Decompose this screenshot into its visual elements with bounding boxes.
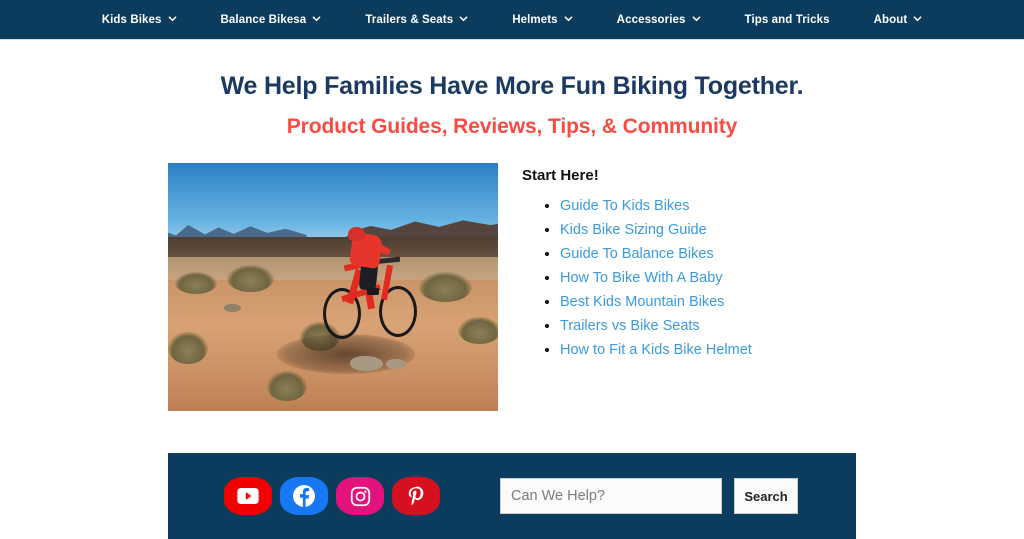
nav-item-label: Helmets — [512, 13, 558, 26]
list-item: How to Fit a Kids Bike Helmet — [560, 338, 1024, 362]
nav-item-label: Kids Bikes — [101, 13, 162, 26]
chevron-down-icon[interactable] — [564, 14, 573, 23]
facebook-icon[interactable] — [280, 477, 328, 515]
link-how-to-bike-with-a-baby[interactable]: How To Bike With A Baby — [560, 270, 723, 286]
nav-item-about[interactable]: About — [852, 14, 945, 26]
list-item: How To Bike With A Baby — [560, 266, 1024, 290]
list-item: Kids Bike Sizing Guide — [560, 218, 1024, 242]
search-form: Search — [500, 478, 798, 514]
search-button[interactable]: Search — [734, 478, 798, 514]
footer-bar: Search — [168, 453, 856, 539]
link-trailers-vs-bike-seats[interactable]: Trailers vs Bike Seats — [560, 318, 700, 334]
instagram-icon[interactable] — [336, 477, 384, 515]
nav-item-label: Trailers & Seats — [365, 13, 454, 26]
chevron-down-icon[interactable] — [167, 14, 177, 23]
list-item: Guide To Kids Bikes — [560, 194, 1024, 218]
nav-item-tips-and-tricks[interactable]: Tips and Tricks — [723, 14, 852, 26]
social-links — [224, 477, 440, 515]
list-item: Trailers vs Bike Seats — [560, 314, 1024, 338]
list-item: Best Kids Mountain Bikes — [560, 290, 1024, 314]
youtube-icon[interactable] — [224, 477, 272, 515]
nav-item-balance-bikes[interactable]: Balance Bikesa — [199, 14, 344, 26]
nav-item-helmets[interactable]: Helmets — [490, 14, 594, 26]
chevron-down-icon[interactable] — [913, 14, 922, 23]
photo-rider-on-bike — [320, 227, 439, 344]
link-best-kids-mountain-bikes[interactable]: Best Kids Mountain Bikes — [560, 294, 724, 310]
hero-section: We Help Families Have More Fun Biking To… — [0, 40, 1024, 139]
nav-item-trailers-seats[interactable]: Trailers & Seats — [343, 14, 490, 26]
photo-rock — [349, 356, 383, 372]
photo-rider-helmet — [348, 227, 365, 242]
nav-item-accessories[interactable]: Accessories — [595, 14, 723, 26]
photo-bush — [267, 371, 307, 402]
photo-rock — [224, 304, 241, 312]
page-subtitle: Product Guides, Reviews, Tips, & Communi… — [286, 115, 738, 138]
start-here-column: Start Here! Guide To Kids Bikes Kids Bik… — [498, 163, 1024, 362]
nav-item-kids-bikes[interactable]: Kids Bikes — [80, 14, 199, 26]
link-kids-bike-sizing-guide[interactable]: Kids Bike Sizing Guide — [560, 222, 707, 238]
chevron-down-icon[interactable] — [312, 14, 321, 23]
pinterest-icon[interactable] — [392, 477, 440, 515]
start-here-heading: Start Here! — [522, 167, 599, 184]
link-how-to-fit-a-kids-bike-helmet[interactable]: How to Fit a Kids Bike Helmet — [560, 342, 752, 358]
list-item: Guide To Balance Bikes — [560, 242, 1024, 266]
link-guide-to-balance-bikes[interactable]: Guide To Balance Bikes — [560, 246, 714, 262]
start-here-link-list: Guide To Kids Bikes Kids Bike Sizing Gui… — [522, 194, 1024, 362]
photo-rock — [385, 358, 406, 369]
hero-photo-column — [168, 163, 498, 411]
photo-rider-shoe — [367, 288, 380, 296]
chevron-down-icon[interactable] — [691, 14, 701, 23]
photo-bush — [227, 264, 274, 292]
hero-photo — [168, 163, 498, 411]
main-content: Start Here! Guide To Kids Bikes Kids Bik… — [168, 139, 1024, 411]
nav-item-label: About — [873, 13, 908, 26]
nav-item-label: Tips and Tricks — [744, 13, 830, 26]
main-navigation: Kids Bikes Balance Bikesa Trailers & Sea… — [0, 0, 1024, 40]
link-guide-to-kids-bikes[interactable]: Guide To Kids Bikes — [560, 198, 690, 214]
photo-bush — [168, 331, 208, 364]
nav-item-label: Balance Bikesa — [220, 13, 307, 26]
search-input[interactable] — [500, 478, 722, 514]
photo-bush — [458, 316, 498, 345]
nav-list: Kids Bikes Balance Bikesa Trailers & Sea… — [80, 14, 945, 26]
chevron-down-icon[interactable] — [459, 14, 468, 23]
page-title: We Help Families Have More Fun Biking To… — [220, 72, 804, 100]
nav-item-label: Accessories — [616, 13, 686, 26]
